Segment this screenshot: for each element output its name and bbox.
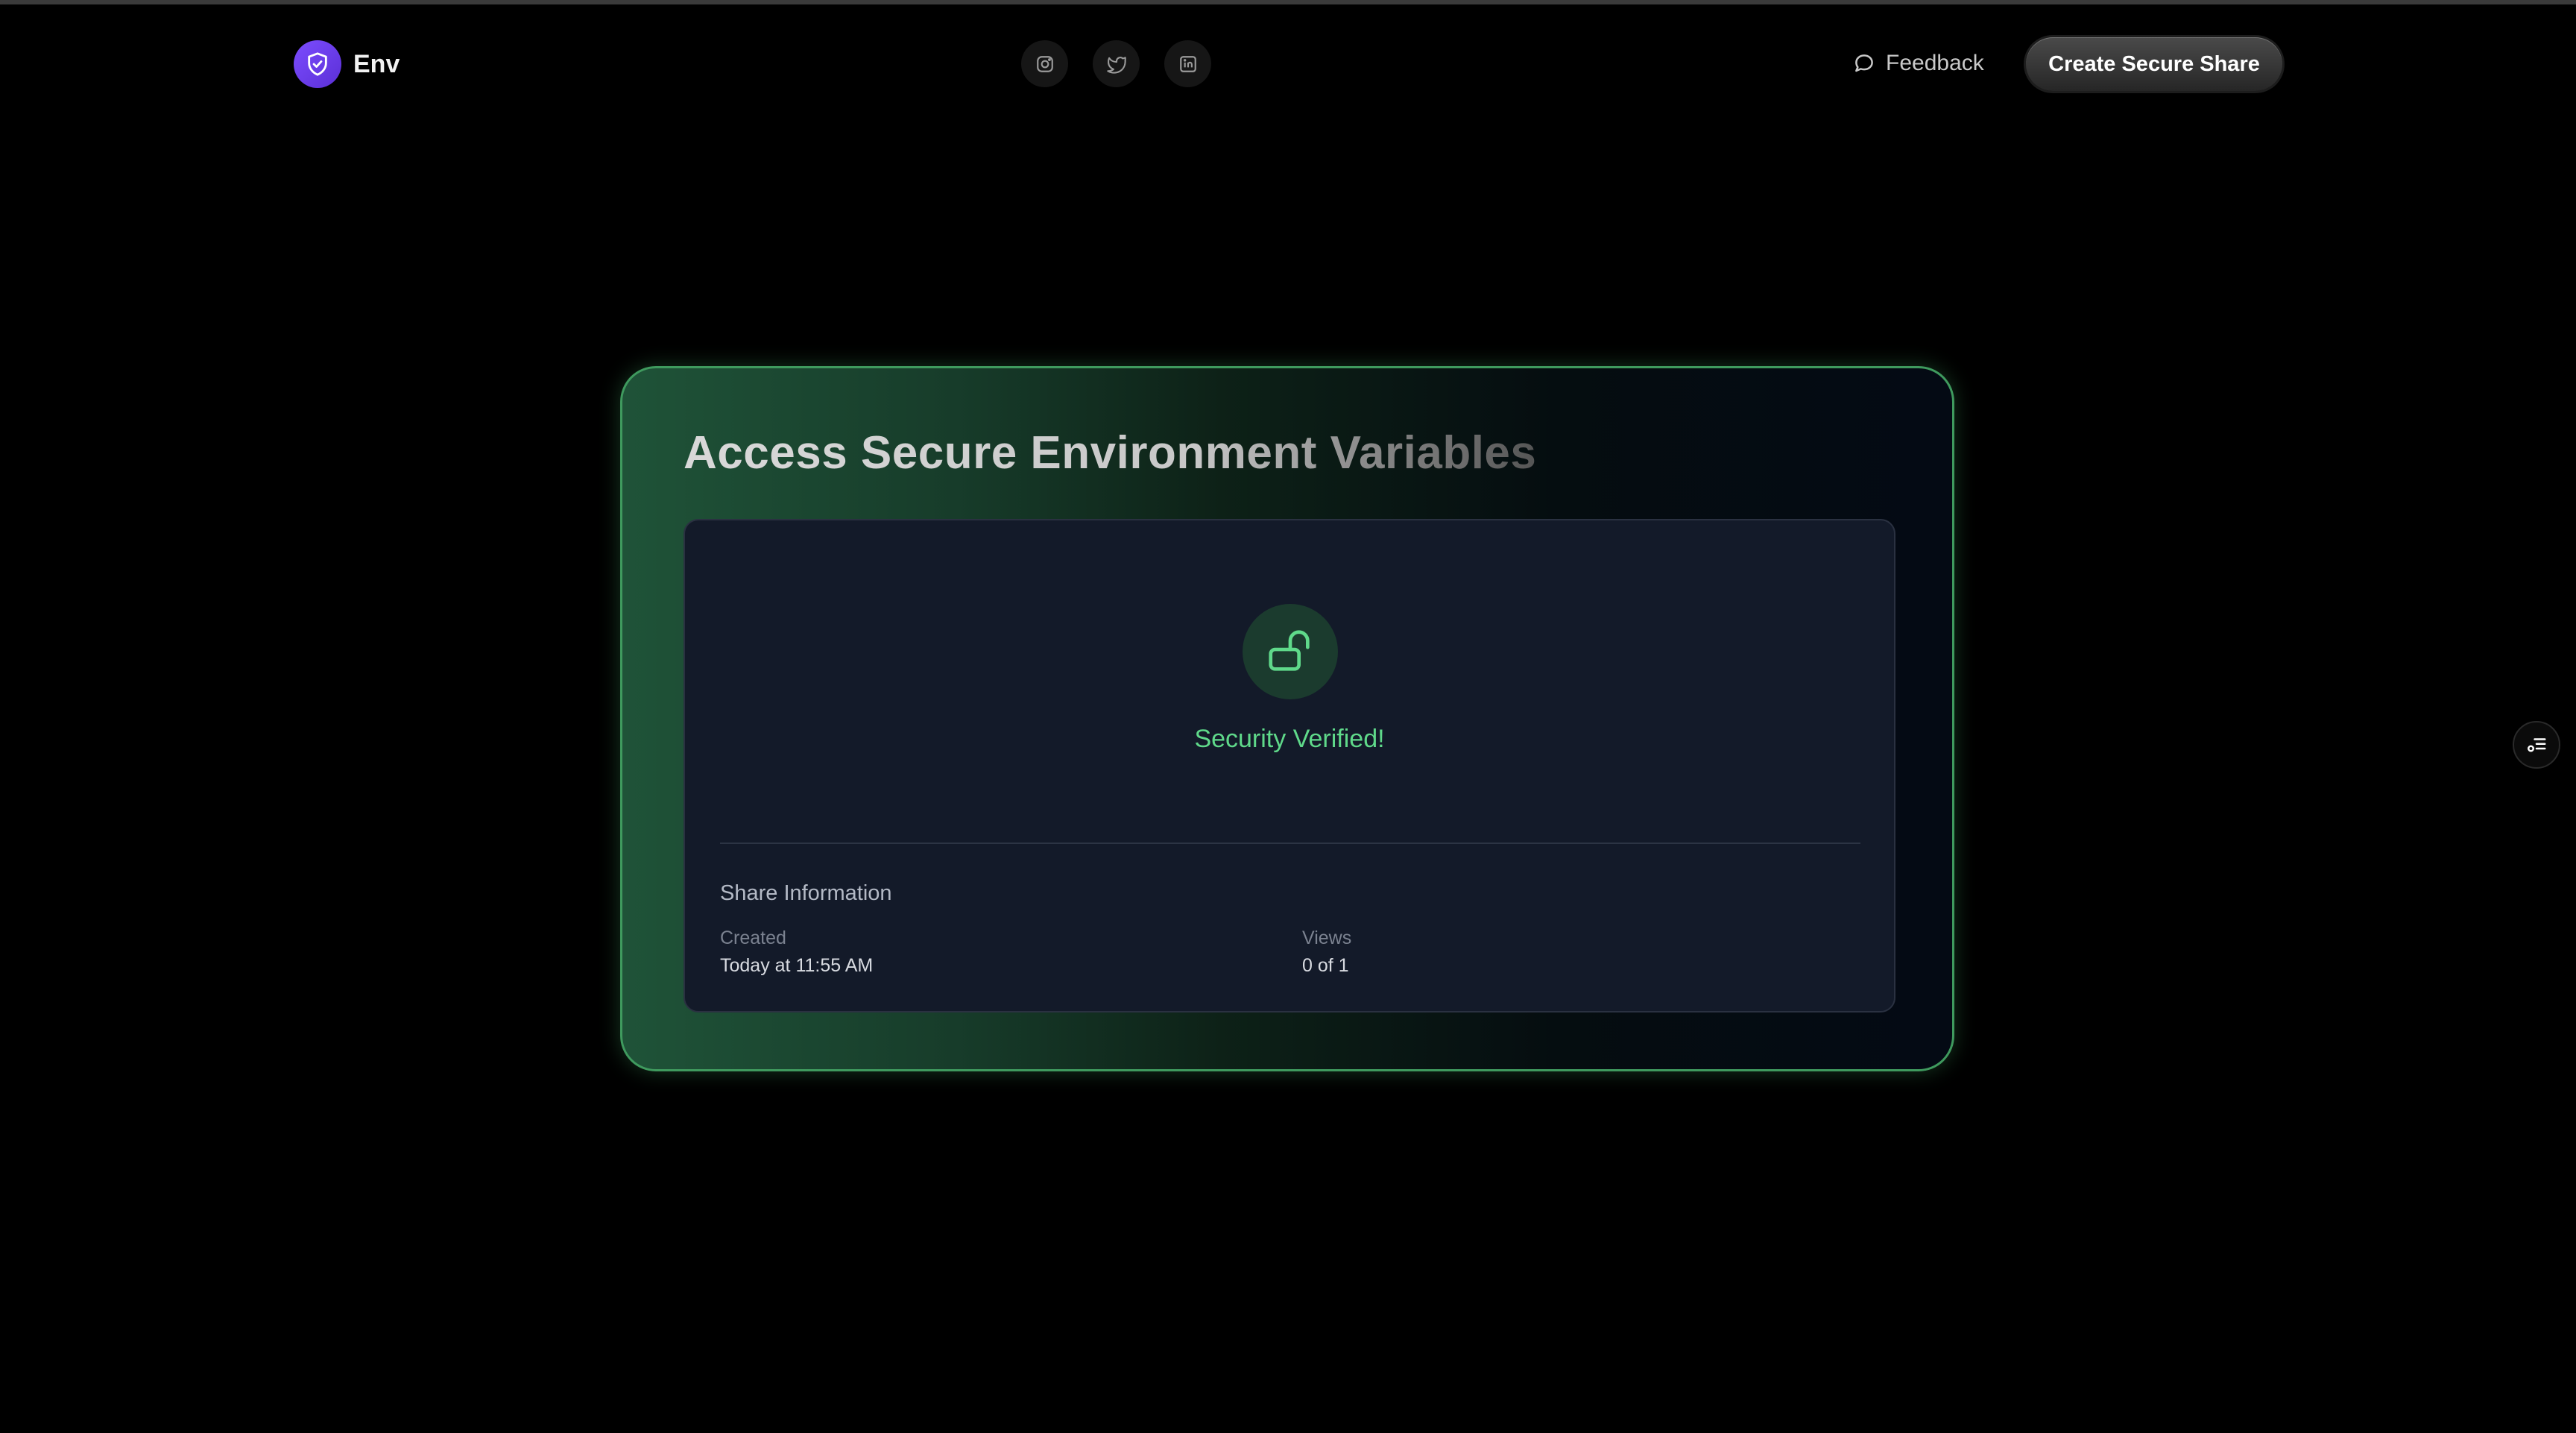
chat-bubble-icon xyxy=(1855,54,1873,72)
feedback-link[interactable]: Feedback xyxy=(1853,45,1984,82)
views-value: 0 of 1 xyxy=(1302,955,1349,976)
views-field: Views 0 of 1 xyxy=(1302,927,1351,977)
page-title: Access Secure Environment Variables xyxy=(684,427,1537,479)
access-card: Access Secure Environment Variables Secu… xyxy=(620,366,1954,1071)
twitter-button[interactable] xyxy=(1093,40,1140,87)
top-edge-line xyxy=(0,0,2576,4)
brand[interactable]: Env xyxy=(294,40,400,88)
brand-name: Env xyxy=(353,49,400,78)
social-links xyxy=(1021,40,1211,87)
feedback-label: Feedback xyxy=(1886,51,1984,75)
linkedin-icon xyxy=(1179,55,1196,72)
unlock-icon xyxy=(1243,604,1338,699)
verification-panel: Security Verified! Share Information Cre… xyxy=(684,519,1895,1012)
divider xyxy=(720,843,1860,844)
list-settings-icon xyxy=(2528,738,2546,752)
security-verified-status: Security Verified! xyxy=(1194,725,1385,753)
instagram-icon xyxy=(1036,55,1053,72)
instagram-button[interactable] xyxy=(1021,40,1068,87)
created-field: Created Today at 11:55 AM xyxy=(720,927,873,977)
share-information-heading: Share Information xyxy=(720,881,892,905)
created-label: Created xyxy=(720,927,786,948)
shield-check-icon xyxy=(294,40,341,88)
floating-toolbar-button[interactable] xyxy=(2513,721,2560,769)
twitter-icon xyxy=(1106,56,1126,74)
created-value: Today at 11:55 AM xyxy=(720,955,874,976)
views-label: Views xyxy=(1302,927,1352,948)
create-secure-share-button[interactable]: Create Secure Share xyxy=(2026,37,2282,91)
linkedin-button[interactable] xyxy=(1164,40,1211,87)
